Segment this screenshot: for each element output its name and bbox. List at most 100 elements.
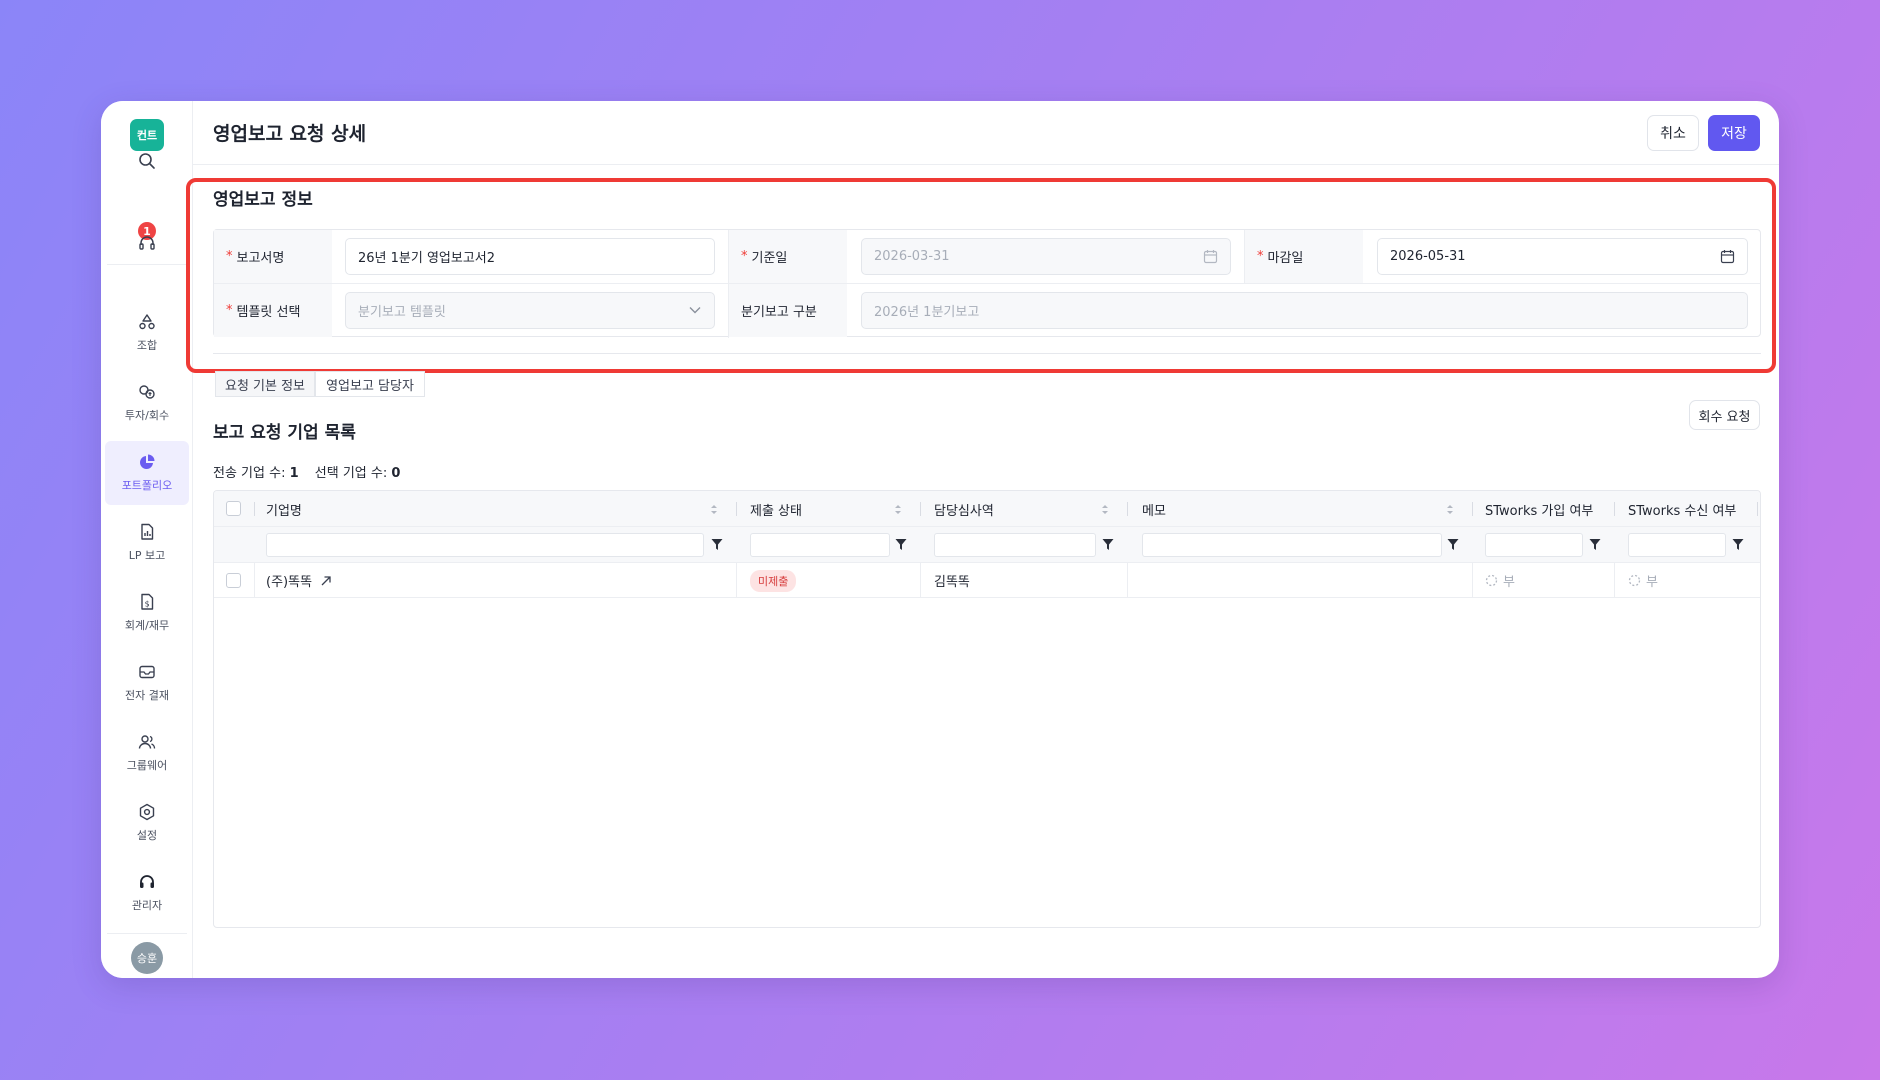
sort-icon[interactable]: [710, 503, 718, 516]
user-avatar[interactable]: 승훈: [131, 942, 163, 974]
cancel-button[interactable]: 취소: [1647, 115, 1699, 151]
pie-chart-icon: [140, 454, 155, 469]
column-divider: [1614, 502, 1615, 516]
column-divider: [1757, 502, 1758, 516]
table-row[interactable]: (주)똑똑 미제출 김똑똑 부 부: [214, 563, 1760, 598]
sidebar-divider: [107, 933, 187, 934]
selected-count: 0: [391, 466, 401, 481]
filter-icon[interactable]: [1102, 538, 1114, 551]
save-button[interactable]: 저장: [1708, 115, 1760, 151]
memo-filter-input[interactable]: [1142, 533, 1442, 557]
cell-divider: [1472, 563, 1473, 598]
joined-filter-input[interactable]: [1485, 533, 1583, 557]
cell-divider: [1614, 563, 1615, 598]
column-header-stworks-received[interactable]: STworks 수신 여부: [1628, 491, 1736, 527]
tab-report-manager[interactable]: 영업보고 담당자: [315, 371, 425, 397]
column-header-company[interactable]: 기업명: [266, 491, 302, 527]
gear-icon: [139, 803, 155, 821]
report-icon: [141, 523, 154, 540]
sidebar-item-portfolio[interactable]: 포트폴리오: [105, 441, 189, 505]
company-counts: 전송 기업 수: 1 선택 기업 수: 0: [213, 462, 412, 481]
filter-icon[interactable]: [1589, 538, 1601, 551]
received-cell: 부: [1628, 563, 1658, 598]
invest-icon: [139, 385, 155, 399]
filter-row: [214, 527, 1760, 563]
sidebar-item-lp-report[interactable]: LP 보고: [105, 511, 189, 575]
cell-divider: [920, 563, 921, 598]
sidebar-item-admin[interactable]: 관리자: [105, 861, 189, 925]
sidebar-item-label: 조합: [136, 339, 158, 352]
sort-icon[interactable]: [1101, 503, 1109, 516]
filter-icon[interactable]: [1447, 538, 1459, 551]
company-table: 기업명 제출 상태 담당심사역 메모 STworks 가입 여부 STworks…: [213, 490, 1761, 928]
loading-icon: [1628, 574, 1641, 587]
sidebar-item-label: 회계/재무: [124, 619, 170, 632]
column-divider: [254, 502, 255, 516]
sidebar-item-label: 투자/회수: [124, 409, 170, 422]
tab-request-info[interactable]: 요청 기본 정보: [215, 371, 315, 397]
sidebar-item-label: 그룹웨어: [126, 759, 168, 772]
cell-divider: [1127, 563, 1128, 598]
joined-cell: 부: [1485, 563, 1515, 598]
external-link-icon[interactable]: [320, 575, 332, 587]
filter-icon[interactable]: [895, 538, 907, 551]
accounting-icon: $: [141, 593, 154, 610]
page-header: 영업보고 요청 상세: [193, 101, 1779, 165]
headset-icon: [140, 875, 154, 888]
column-divider: [1472, 502, 1473, 516]
status-badge: 미제출: [750, 569, 797, 592]
sidebar-item-fund[interactable]: 조합: [105, 301, 189, 365]
reviewer-filter-input[interactable]: [934, 533, 1096, 557]
support-icon[interactable]: [101, 234, 193, 252]
column-header-memo[interactable]: 메모: [1142, 491, 1166, 527]
row-checkbox[interactable]: [226, 573, 241, 588]
sidebar-item-label: 전자 결재: [125, 689, 169, 702]
select-all-checkbox[interactable]: [226, 501, 241, 516]
status-cell: 미제출: [750, 563, 797, 598]
column-header-status[interactable]: 제출 상태: [750, 491, 802, 527]
sidebar-item-label: LP 보고: [128, 549, 166, 562]
svg-text:$: $: [145, 600, 150, 609]
users-icon: [138, 735, 156, 749]
column-divider: [1127, 502, 1128, 516]
sent-count: 1: [289, 466, 299, 481]
company-filter-input[interactable]: [266, 533, 704, 557]
sidebar-item-groupware[interactable]: 그룹웨어: [105, 721, 189, 785]
recycle-icon: [139, 314, 155, 330]
sidebar-item-label: 포트폴리오: [121, 479, 173, 492]
company-name[interactable]: (주)똑똑: [266, 571, 312, 590]
loading-icon: [1485, 574, 1498, 587]
table-header: 기업명 제출 상태 담당심사역 메모 STworks 가입 여부 STworks…: [214, 491, 1760, 527]
sidebar-divider: [107, 264, 187, 265]
filter-icon[interactable]: [711, 538, 723, 551]
status-filter-input[interactable]: [750, 533, 890, 557]
column-header-reviewer[interactable]: 담당심사역: [934, 491, 994, 527]
sidebar-item-approval[interactable]: 전자 결재: [105, 651, 189, 715]
cell-divider: [736, 563, 737, 598]
mail-icon: [139, 665, 155, 679]
search-icon[interactable]: [101, 152, 193, 170]
cell-divider: [254, 563, 255, 598]
sent-count-label: 전송 기업 수:: [213, 466, 286, 481]
filter-icon[interactable]: [1732, 538, 1744, 551]
app-window: 컨트 1 조합 투자/회수 포트폴리오 LP 보고 $ 회계/재무 전자 결재 …: [101, 101, 1779, 978]
sidebar-item-accounting[interactable]: $ 회계/재무: [105, 581, 189, 645]
reviewer-cell: 김똑똑: [934, 575, 970, 590]
page-title: 영업보고 요청 상세: [213, 123, 367, 145]
app-logo[interactable]: 컨트: [130, 119, 164, 151]
sidebar-item-invest[interactable]: 투자/회수: [105, 371, 189, 435]
column-header-stworks-joined[interactable]: STworks 가입 여부: [1485, 491, 1593, 527]
received-filter-input[interactable]: [1628, 533, 1726, 557]
column-divider: [920, 502, 921, 516]
sidebar: 컨트 1 조합 투자/회수 포트폴리오 LP 보고 $ 회계/재무 전자 결재 …: [101, 101, 193, 978]
column-divider: [736, 502, 737, 516]
sort-icon[interactable]: [894, 503, 902, 516]
company-list-title: 보고 요청 기업 목록: [213, 423, 356, 443]
sidebar-item-label: 관리자: [131, 899, 163, 912]
sidebar-item-label: 설정: [136, 829, 158, 842]
sidebar-item-settings[interactable]: 설정: [105, 791, 189, 855]
company-cell[interactable]: (주)똑똑: [266, 563, 332, 598]
retrieve-request-button[interactable]: 회수 요청: [1689, 400, 1760, 430]
sort-icon[interactable]: [1446, 503, 1454, 516]
selected-count-label: 선택 기업 수:: [314, 466, 388, 481]
